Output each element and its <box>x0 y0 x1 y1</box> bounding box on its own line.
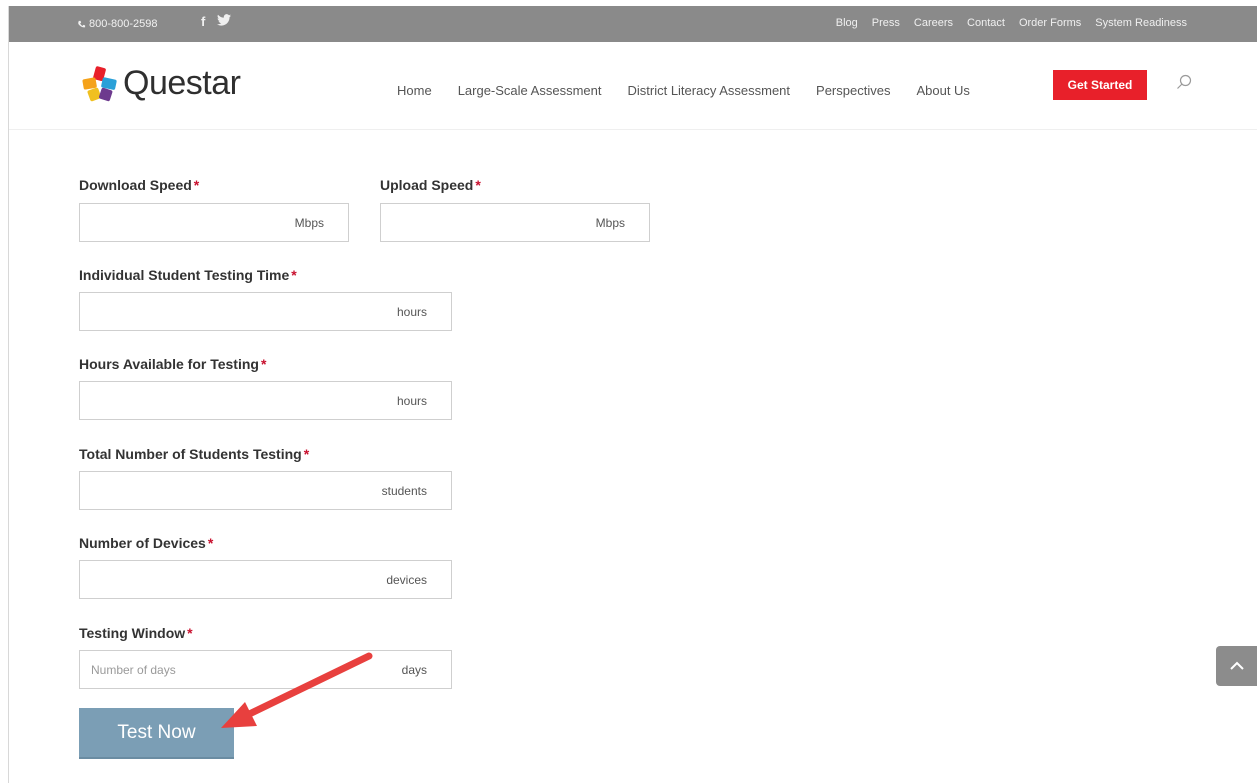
phone-contact[interactable]: 800-800-2598 <box>77 18 158 30</box>
nav-large-scale-assessment[interactable]: Large-Scale Assessment <box>458 83 602 98</box>
link-contact[interactable]: Contact <box>967 17 1005 29</box>
required-marker: * <box>193 177 200 193</box>
chevron-up-icon <box>1230 661 1244 670</box>
social-links: f <box>201 14 232 29</box>
unit-label: students <box>381 484 427 498</box>
nav-district-literacy-assessment[interactable]: District Literacy Assessment <box>627 83 790 98</box>
unit-label: devices <box>386 573 427 587</box>
required-marker: * <box>260 356 267 372</box>
required-marker: * <box>187 625 193 641</box>
main-nav: Home Large-Scale Assessment District Lit… <box>397 83 970 98</box>
total-students-label: Total Number of Students Testing * <box>79 446 310 462</box>
site-header: Questar Home Large-Scale Assessment Dist… <box>9 42 1257 130</box>
individual-testing-time-input[interactable]: hours <box>79 292 452 331</box>
required-marker: * <box>291 267 297 283</box>
unit-label: days <box>401 663 427 677</box>
number-of-devices-input[interactable]: devices <box>79 560 452 599</box>
link-careers[interactable]: Careers <box>914 17 953 29</box>
utility-links: Blog Press Careers Contact Order Forms S… <box>836 17 1187 29</box>
link-system-readiness[interactable]: System Readiness <box>1095 17 1187 29</box>
phone-icon <box>78 20 86 27</box>
nav-perspectives[interactable]: Perspectives <box>816 83 890 98</box>
back-to-top-button[interactable] <box>1216 646 1257 686</box>
get-started-button[interactable]: Get Started <box>1053 70 1147 100</box>
facebook-icon[interactable]: f <box>201 14 205 29</box>
phone-number: 800-800-2598 <box>89 18 158 30</box>
hours-available-label: Hours Available for Testing * <box>79 356 267 372</box>
total-students-input[interactable]: students <box>79 471 452 510</box>
nav-home[interactable]: Home <box>397 83 432 98</box>
link-blog[interactable]: Blog <box>836 17 858 29</box>
annotation-arrow-icon <box>221 652 373 728</box>
unit-label: hours <box>396 394 427 408</box>
required-marker: * <box>475 177 481 193</box>
required-marker: * <box>303 446 310 462</box>
download-speed-label: Download Speed * <box>79 177 200 193</box>
upload-speed-input[interactable]: Mbps <box>380 203 650 242</box>
placeholder-text: Number of days <box>91 663 176 677</box>
testing-window-label: Testing Window * <box>79 625 193 641</box>
required-marker: * <box>207 535 214 551</box>
number-of-devices-label: Number of Devices * <box>79 535 214 551</box>
hours-available-input[interactable]: hours <box>79 381 452 420</box>
link-order-forms[interactable]: Order Forms <box>1019 17 1081 29</box>
link-press[interactable]: Press <box>872 17 900 29</box>
top-bar: 800-800-2598 f Blog Press Careers Contac… <box>9 6 1257 42</box>
nav-about-us[interactable]: About Us <box>916 83 969 98</box>
unit-label: Mbps <box>595 216 625 230</box>
upload-speed-label: Upload Speed * <box>380 177 481 193</box>
download-speed-input[interactable]: Mbps <box>79 203 349 242</box>
twitter-icon[interactable] <box>217 14 232 29</box>
logo-wordmark: Questar <box>123 64 241 102</box>
unit-label: hours <box>396 305 427 319</box>
questar-logo-mark <box>82 65 117 101</box>
questar-logo[interactable]: Questar <box>81 64 241 103</box>
search-icon[interactable] <box>1176 74 1192 90</box>
page-frame: 800-800-2598 f Blog Press Careers Contac… <box>8 6 1257 783</box>
unit-label: Mbps <box>294 216 324 230</box>
individual-testing-time-label: Individual Student Testing Time * <box>79 267 297 283</box>
